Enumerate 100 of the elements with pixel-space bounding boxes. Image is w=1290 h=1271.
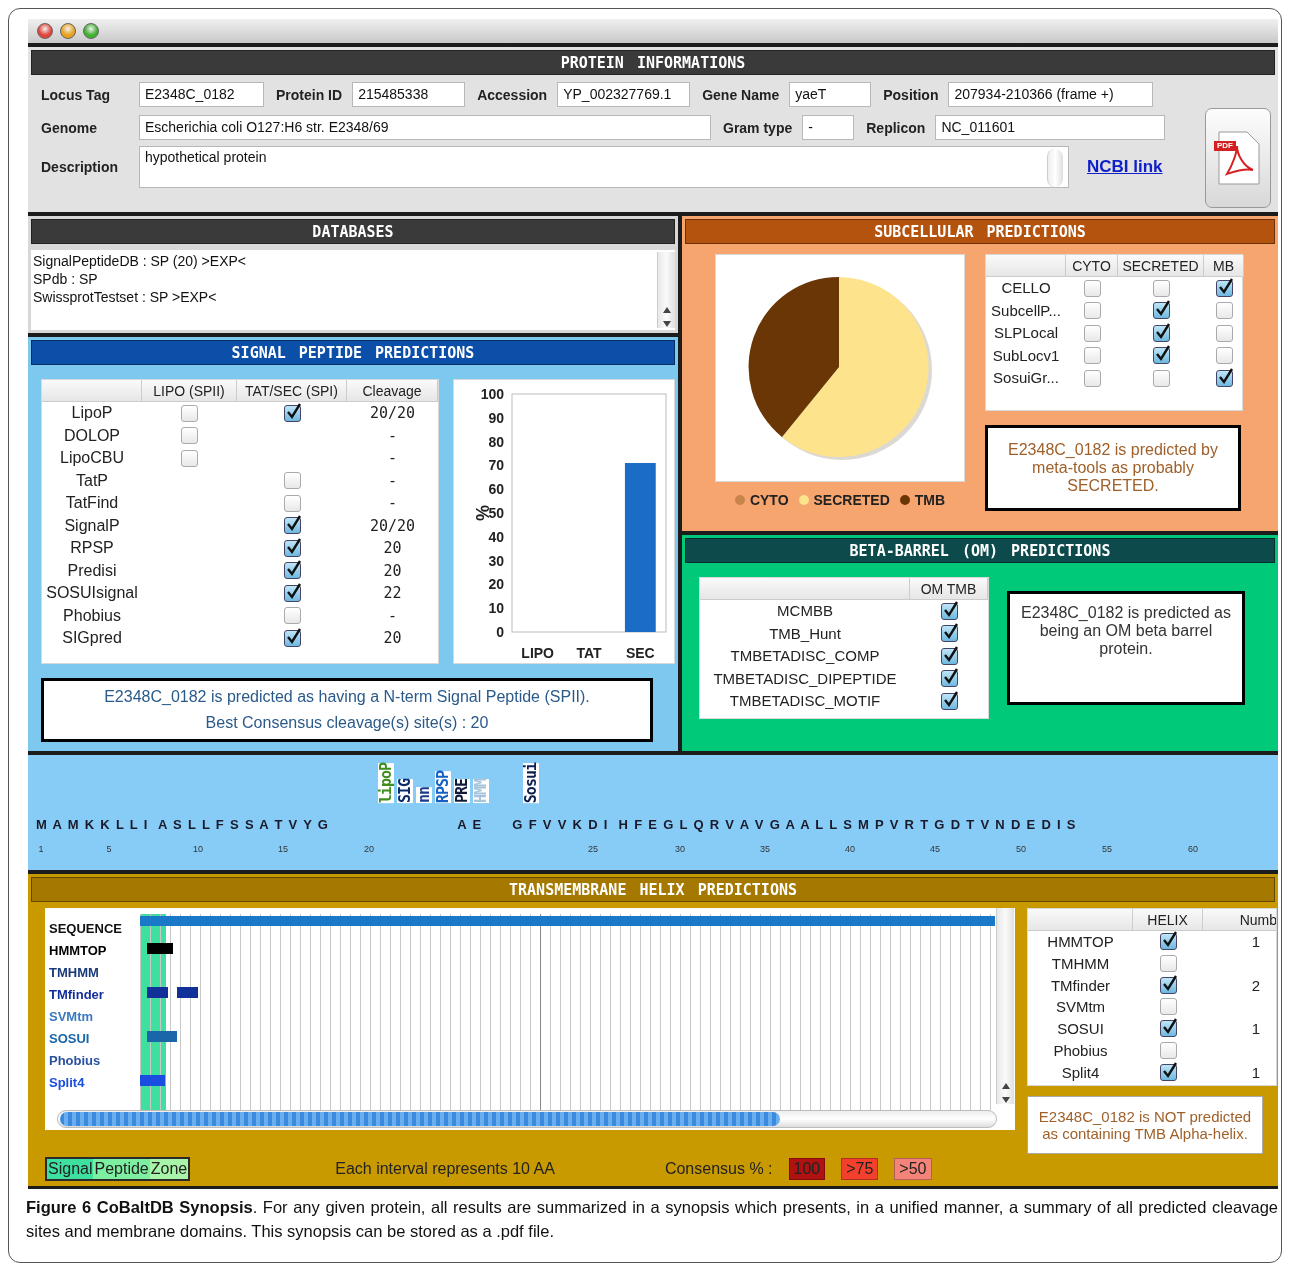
axis-tick-label: 40 xyxy=(488,528,504,545)
pdf-button[interactable]: PDF xyxy=(1205,108,1271,208)
method-name: Split4 xyxy=(1061,1062,1100,1083)
position-number: 15 xyxy=(277,844,289,854)
predictor-label: HMM xyxy=(473,778,489,803)
method-name: SOSUI xyxy=(1057,1019,1104,1039)
column-header: Cleavage xyxy=(347,380,438,402)
method-name: Predisi xyxy=(67,560,117,581)
section-title: SUBCELLULAR PREDICTIONS xyxy=(685,219,1275,244)
position-number: 5 xyxy=(105,844,113,854)
input-field[interactable]: - xyxy=(802,115,855,140)
axis-tick-label: 10 xyxy=(488,600,504,617)
consensus-label: Consensus % : xyxy=(664,1160,773,1178)
method-name: TMBETADISC_COMP xyxy=(730,646,880,666)
axis-tick-label: LIPO xyxy=(521,645,554,661)
method-name: LipoP xyxy=(71,403,113,423)
input-field[interactable]: NC_011601 xyxy=(935,115,1166,140)
section-title: PROTEIN INFORMATIONS xyxy=(31,50,1275,75)
column-header: Numb xyxy=(1203,909,1276,931)
position-number: 20 xyxy=(363,844,375,854)
method-name: SIGpred xyxy=(62,628,122,648)
section-title: BETA-BARREL (OM) PREDICTIONS xyxy=(685,538,1275,563)
cleavage-value: 22 xyxy=(383,583,402,604)
cleavage-value: - xyxy=(388,425,397,447)
input-field[interactable]: Escherichia coli O127:H6 str. E2348/69 xyxy=(139,115,711,140)
column-header: OM TMB xyxy=(910,578,988,600)
axis-tick-label: SEC xyxy=(625,645,655,661)
track-label: HMMTOP xyxy=(49,942,108,960)
position-number: 35 xyxy=(759,844,771,854)
legend-label: TMB xyxy=(914,492,946,508)
field-label: Accession xyxy=(476,86,549,103)
track-label: SVMtm xyxy=(49,1008,95,1026)
field-label: Genome xyxy=(41,119,98,136)
cleavage-value: 20/20 xyxy=(369,403,416,424)
method-name: HMMTOP xyxy=(1047,932,1114,952)
cleavage-value: - xyxy=(388,493,397,514)
method-name: SLPLocal xyxy=(993,323,1059,343)
legend-label: Peptide xyxy=(93,1159,150,1179)
track-label: TMHMM xyxy=(49,964,100,982)
method-name: SOSUIsignal xyxy=(46,583,138,603)
figure-caption: Figure 6 CoBaltDB Synopsis. For any given protein, all results are summarized in a synopsis which presents, in a unified manner, a summary of all predicted cleavage sites and membrane domains. This synopsis can be stored as a .pdf file. xyxy=(26,1197,1278,1242)
method-name: TMBETADISC_MOTIF xyxy=(729,691,881,711)
helix-count: 1 xyxy=(1251,1062,1261,1083)
sequence-text: A E xyxy=(457,816,483,832)
text-area[interactable]: hypothetical protein xyxy=(139,146,1069,188)
column-header: HELIX xyxy=(1133,909,1203,931)
track-label: TMfinder xyxy=(49,986,105,1004)
field-label: Replicon xyxy=(865,119,927,136)
cleavage-value: 20 xyxy=(383,628,402,649)
predictor-label: SIG xyxy=(397,778,413,803)
predictor-label: lipoP xyxy=(378,762,394,803)
input-field[interactable]: E2348C_0182 xyxy=(139,82,264,107)
cleavage-value: - xyxy=(388,470,397,492)
input-field[interactable]: YP_002327769.1 xyxy=(557,82,691,107)
position-number: 55 xyxy=(1101,844,1113,854)
cleavage-value: 20/20 xyxy=(369,515,416,537)
field-label: Gram type xyxy=(722,119,794,136)
input-field[interactable]: 207934-210366 (frame +) xyxy=(948,82,1154,107)
axis-tick-label: 90 xyxy=(488,409,504,426)
section-title: TRANSMEMBRANE HELIX PREDICTIONS xyxy=(31,877,1275,902)
position-number: 60 xyxy=(1187,844,1199,854)
method-name: TatP xyxy=(76,470,108,491)
position-number: 1 xyxy=(37,844,45,854)
method-name: LipoCBU xyxy=(60,448,124,468)
method-name: Phobius xyxy=(1053,1040,1108,1061)
position-number: 40 xyxy=(844,844,856,854)
position-number: 25 xyxy=(587,844,599,854)
method-name: SosuiGr... xyxy=(993,368,1059,388)
cleavage-value: - xyxy=(388,448,397,469)
axis-tick-label: 20 xyxy=(488,576,504,593)
axis-tick-label: 30 xyxy=(488,552,504,569)
helix-count: 2 xyxy=(1251,975,1261,996)
database-entry: SignalPeptideDB : SP (20) >EXP< xyxy=(33,252,246,270)
column-header: TAT/SEC (SPI) xyxy=(237,380,347,402)
sequence-text: M A M K K L L I A S L L F S S A T V Y G xyxy=(36,816,330,832)
method-name: CELLO xyxy=(1001,278,1051,298)
track-label: Phobius xyxy=(49,1052,102,1070)
ncbi-link[interactable]: NCBI link xyxy=(1087,157,1163,177)
predictor-label: PRE xyxy=(454,778,470,803)
summary-text: E2348C_0182 is predicted by meta-tools as probably SECRETED. xyxy=(1007,441,1219,495)
method-name: SignalP xyxy=(64,515,120,536)
position-number: 45 xyxy=(929,844,941,854)
axis-tick-label: 70 xyxy=(488,457,504,474)
column-header: CYTO xyxy=(1066,255,1118,277)
interval-note: Each interval represents 10 AA xyxy=(335,1160,555,1178)
database-entry: SPdb : SP xyxy=(33,270,99,288)
legend-label: Zone xyxy=(149,1159,189,1179)
field-label: Locus Tag xyxy=(41,86,111,103)
input-field[interactable]: 215485338 xyxy=(352,82,466,107)
cleavage-value: 20 xyxy=(383,560,402,582)
axis-tick-label: 100 xyxy=(480,386,504,402)
helix-count: 1 xyxy=(1251,932,1261,952)
summary-text: E2348C_0182 is NOT predicted as containing TMB Alpha-helix. xyxy=(1037,1108,1253,1142)
predictor-label: Sosui xyxy=(523,762,539,803)
legend-label: CYTO xyxy=(749,492,789,508)
input-field[interactable]: yaeT xyxy=(789,82,872,107)
section-title: SIGNAL PEPTIDE PREDICTIONS xyxy=(31,340,675,365)
position-number: 10 xyxy=(192,844,204,854)
field-label: Gene Name xyxy=(701,86,781,103)
track-label: SEQUENCE xyxy=(49,920,123,938)
